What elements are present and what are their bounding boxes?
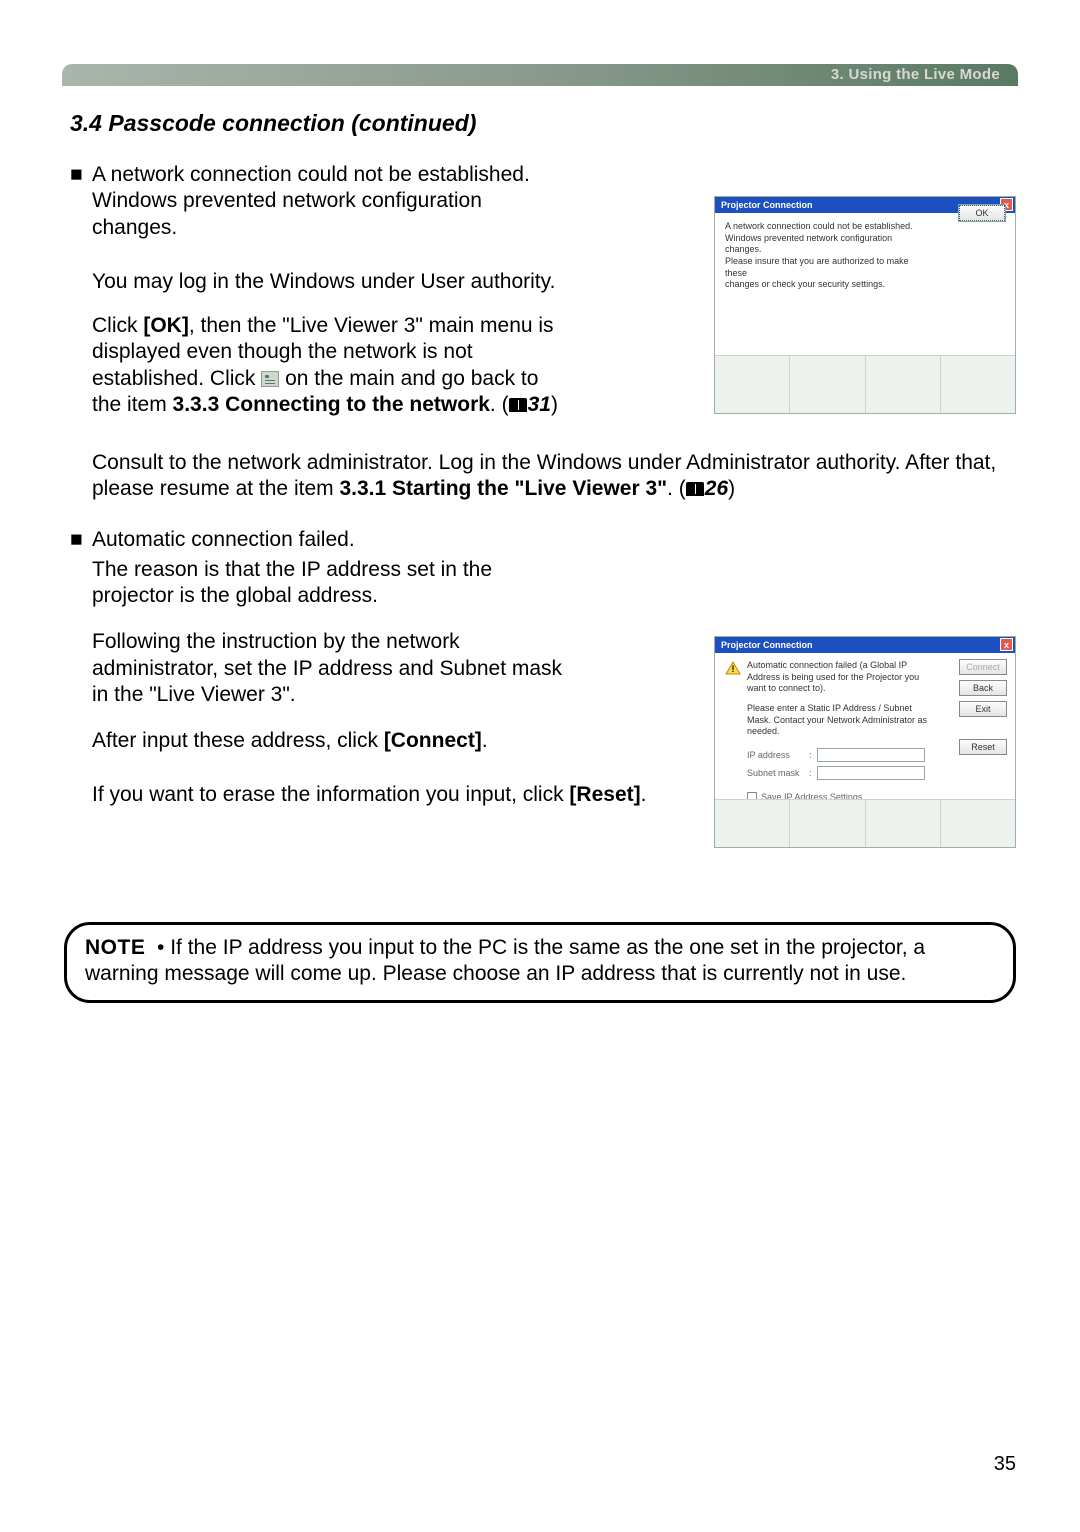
dialog-body: ! Automatic connection failed (a Global … [715,653,1015,803]
section-title: 3.4 Passcode connection (continued) [70,110,476,137]
dialog-msg2: Please enter a Static IP Address / Subne… [747,703,937,738]
chapter-label: 3. Using the Live Mode [831,66,1000,83]
svg-text:!: ! [732,664,735,674]
dialog-title: Projector Connection [721,640,813,650]
bullet2-heading: Automatic connection failed. [92,527,355,553]
dialog-titlebar: Projector Connection x [715,637,1015,653]
ok-button[interactable]: OK [959,205,1005,221]
page-number: 35 [994,1453,1016,1476]
chapter-header-bar: 3. Using the Live Mode [62,64,1018,86]
dialog-network-error: Projector Connection x A network connect… [714,196,1016,414]
bullet1-heading: A network connection could not be establ… [92,162,530,188]
note-label: NOTE [85,936,145,959]
dialog-msg-line: Windows prevented network configuration … [725,233,925,256]
exit-button[interactable]: Exit [959,701,1007,717]
book-icon [509,398,527,412]
connect-icon [261,371,279,387]
bullet2-p2: Following the instruction by the network… [70,629,570,708]
back-button[interactable]: Back [959,680,1007,696]
bullet1-p3: Click [OK], then the "Live Viewer 3" mai… [70,313,560,418]
bullet2-p1: The reason is that the IP address set in… [70,557,570,610]
subnet-mask-input[interactable] [817,766,925,780]
bullet-marker: ■ [70,527,92,553]
connect-button[interactable]: Connect [959,659,1007,675]
dialog-msg1: Automatic connection failed (a Global IP… [747,660,927,695]
dialog-auto-connect-failed: Projector Connection x ! Automatic conne… [714,636,1016,848]
thumb-slot [715,800,790,847]
dialog-msg-line: Please insure that you are authorized to… [725,256,925,279]
ip-address-input[interactable] [817,748,925,762]
dialog-msg-line: changes or check your security settings. [725,279,925,291]
ip-address-label: IP address [747,750,809,760]
subnet-mask-label: Subnet mask [747,768,809,778]
thumb-slot [715,356,790,413]
thumb-slot [866,356,941,413]
note-box: NOTE • If the IP address you input to th… [64,922,1016,1003]
book-icon [686,482,704,496]
bullet1-p1: Windows prevented network configuration … [70,188,560,241]
thumb-slot [866,800,941,847]
bullet1-p2: You may log in the Windows under User au… [70,269,560,295]
reset-button[interactable]: Reset [959,739,1007,755]
thumb-slot [941,356,1015,413]
close-icon[interactable]: x [1000,638,1013,651]
dialog-title: Projector Connection [721,200,813,210]
bullet-marker: ■ [70,162,92,188]
note-text: If the IP address you input to the PC is… [85,936,925,985]
dialog-msg-line: A network connection could not be establ… [725,221,925,233]
dialog-thumb-row [715,355,1015,413]
thumb-slot [790,356,865,413]
thumb-slot [941,800,1015,847]
dialog-thumb-row [715,799,1015,847]
thumb-slot [790,800,865,847]
bullet1-p4: Consult to the network administrator. Lo… [70,450,1018,503]
dialog-body: A network connection could not be establ… [715,213,1015,353]
warning-icon: ! [725,661,741,675]
